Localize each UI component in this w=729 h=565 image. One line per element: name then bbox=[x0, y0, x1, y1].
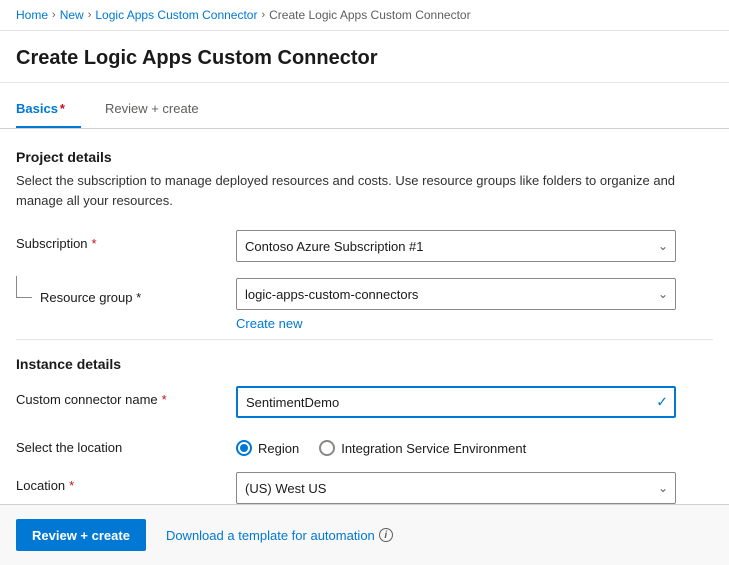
connector-name-label: Custom connector name * bbox=[16, 386, 236, 407]
radio-ise[interactable]: Integration Service Environment bbox=[319, 440, 526, 456]
breadcrumb-home[interactable]: Home bbox=[16, 8, 48, 22]
connector-name-check-icon: ✓ bbox=[656, 394, 668, 411]
tab-review-create[interactable]: Review + create bbox=[105, 91, 215, 128]
breadcrumb-connector[interactable]: Logic Apps Custom Connector bbox=[95, 8, 257, 22]
radio-region-circle bbox=[236, 440, 252, 456]
subscription-label: Subscription * bbox=[16, 230, 236, 251]
location-row: Location * (US) West US ⌄ bbox=[16, 472, 713, 504]
radio-ise-circle bbox=[319, 440, 335, 456]
radio-region-label: Region bbox=[258, 441, 299, 456]
rg-indent-line bbox=[16, 276, 32, 298]
location-label: Location * bbox=[16, 472, 236, 493]
instance-details-title: Instance details bbox=[16, 356, 713, 372]
location-dropdown-container: (US) West US ⌄ bbox=[236, 472, 676, 504]
location-type-row: Select the location Region Integration S… bbox=[16, 434, 713, 456]
resource-group-select[interactable]: logic-apps-custom-connectors bbox=[236, 278, 676, 310]
subscription-select[interactable]: Contoso Azure Subscription #1 bbox=[236, 230, 676, 262]
subscription-dropdown-container: Contoso Azure Subscription #1 ⌄ bbox=[236, 230, 676, 262]
radio-region[interactable]: Region bbox=[236, 440, 299, 456]
breadcrumb: Home › New › Logic Apps Custom Connector… bbox=[0, 0, 729, 31]
review-create-button[interactable]: Review + create bbox=[16, 519, 146, 551]
radio-ise-label: Integration Service Environment bbox=[341, 441, 526, 456]
subscription-row: Subscription * Contoso Azure Subscriptio… bbox=[16, 230, 713, 262]
location-type-label: Select the location bbox=[16, 434, 236, 455]
info-icon: i bbox=[379, 528, 393, 542]
rg-indent-area: Resource group * bbox=[16, 278, 236, 305]
breadcrumb-sep-2: › bbox=[88, 9, 92, 21]
breadcrumb-sep-3: › bbox=[261, 9, 265, 21]
project-details-title: Project details bbox=[16, 149, 713, 165]
connector-name-control: ✓ bbox=[236, 386, 676, 418]
connector-name-input-container: ✓ bbox=[236, 386, 676, 418]
instance-details-section: Instance details bbox=[16, 339, 713, 372]
page-title: Create Logic Apps Custom Connector bbox=[0, 31, 729, 83]
project-details-desc: Select the subscription to manage deploy… bbox=[16, 171, 713, 210]
location-control: (US) West US ⌄ bbox=[236, 472, 676, 504]
resource-group-control: logic-apps-custom-connectors ⌄ Create ne… bbox=[236, 278, 676, 331]
breadcrumb-new[interactable]: New bbox=[60, 8, 84, 22]
resource-group-row: Resource group * logic-apps-custom-conne… bbox=[16, 278, 713, 331]
resource-group-label: Resource group * bbox=[40, 284, 141, 305]
connector-name-row: Custom connector name * ✓ bbox=[16, 386, 713, 418]
location-type-control: Region Integration Service Environment bbox=[236, 434, 676, 456]
location-select[interactable]: (US) West US bbox=[236, 472, 676, 504]
create-new-link[interactable]: Create new bbox=[236, 316, 302, 331]
tab-bar: Basics* Review + create bbox=[0, 91, 729, 129]
tab-basics[interactable]: Basics* bbox=[16, 91, 81, 128]
breadcrumb-sep-1: › bbox=[52, 9, 56, 21]
breadcrumb-current: Create Logic Apps Custom Connector bbox=[269, 8, 470, 22]
footer: Review + create Download a template for … bbox=[0, 504, 729, 565]
download-template-link[interactable]: Download a template for automation i bbox=[166, 528, 393, 543]
resource-group-dropdown-container: logic-apps-custom-connectors ⌄ bbox=[236, 278, 676, 310]
location-type-radio-group: Region Integration Service Environment bbox=[236, 434, 676, 456]
form-content: Project details Select the subscription … bbox=[0, 129, 729, 540]
subscription-control: Contoso Azure Subscription #1 ⌄ bbox=[236, 230, 676, 262]
connector-name-input[interactable] bbox=[236, 386, 676, 418]
